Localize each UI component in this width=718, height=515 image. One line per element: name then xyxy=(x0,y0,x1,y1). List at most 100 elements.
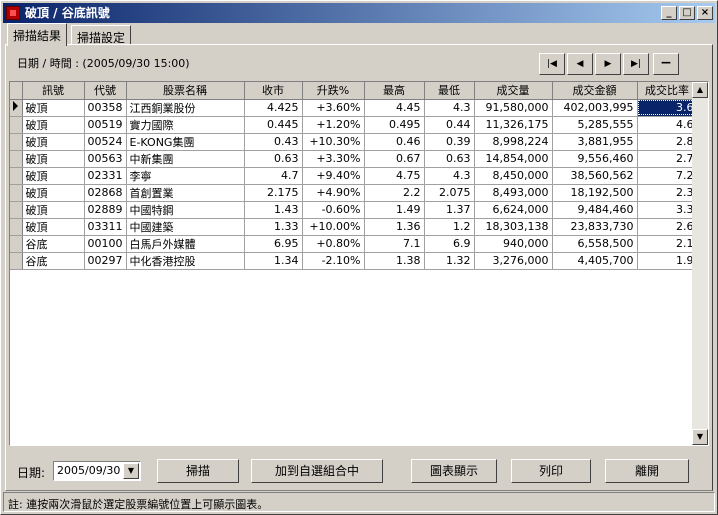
table-cell[interactable]: 0.43 xyxy=(244,133,303,151)
table-cell[interactable]: 402,003,995 xyxy=(552,99,638,117)
scroll-up-button[interactable]: ▲ xyxy=(692,82,708,98)
table-cell[interactable]: 1.33 xyxy=(244,218,303,236)
title-bar[interactable]: 破頂 / 谷底訊號 _ □ × xyxy=(3,3,715,23)
table-cell[interactable]: 1.34 xyxy=(244,252,303,270)
table-cell[interactable]: 38,560,562 xyxy=(552,167,638,185)
table-cell[interactable]: 4.45 xyxy=(364,99,425,117)
table-cell[interactable]: 0.39 xyxy=(424,133,475,151)
column-header[interactable]: 最低 xyxy=(424,82,475,100)
table-cell[interactable]: 破頂 xyxy=(22,116,85,134)
table-cell[interactable]: 2.8 xyxy=(637,133,698,151)
table-cell[interactable]: +3.60% xyxy=(302,99,365,117)
table-cell[interactable]: 23,833,730 xyxy=(552,218,638,236)
date-select[interactable]: 2005/09/30 ▼ xyxy=(53,461,141,481)
table-cell[interactable]: 2.2 xyxy=(364,184,425,202)
table-cell[interactable]: 4.3 xyxy=(424,167,475,185)
table-cell[interactable]: 1.43 xyxy=(244,201,303,219)
table-cell[interactable]: +3.30% xyxy=(302,150,365,168)
table-cell[interactable]: 8,998,224 xyxy=(474,133,553,151)
table-cell[interactable]: 4.425 xyxy=(244,99,303,117)
table-cell[interactable]: 破頂 xyxy=(22,218,85,236)
table-cell[interactable]: 破頂 xyxy=(22,184,85,202)
table-cell[interactable]: 8,450,000 xyxy=(474,167,553,185)
row-selector[interactable] xyxy=(10,184,23,202)
table-cell[interactable]: 11,326,175 xyxy=(474,116,553,134)
table-cell[interactable]: 0.445 xyxy=(244,116,303,134)
table-cell[interactable]: 江西銅業股份 xyxy=(126,99,245,117)
row-selector[interactable] xyxy=(10,252,23,270)
table-cell[interactable]: +10.30% xyxy=(302,133,365,151)
table-cell[interactable]: 1.36 xyxy=(364,218,425,236)
table-cell[interactable]: 9,484,460 xyxy=(552,201,638,219)
table-cell[interactable]: 中國建築 xyxy=(126,218,245,236)
table-cell[interactable]: 02331 xyxy=(84,167,127,185)
table-cell[interactable]: 谷底 xyxy=(22,252,85,270)
table-cell[interactable]: 3,276,000 xyxy=(474,252,553,270)
table-cell[interactable]: 中化香港控股 xyxy=(126,252,245,270)
table-cell[interactable]: 00100 xyxy=(84,235,127,253)
row-selector[interactable] xyxy=(10,167,23,185)
row-selector[interactable] xyxy=(10,201,23,219)
table-row[interactable]: 破頂 02868 首創置業 2.175 +4.90% 2.2 2.075 8,493,000 1… xyxy=(10,184,698,202)
table-cell[interactable]: 4.3 xyxy=(424,99,475,117)
table-cell[interactable]: 破頂 xyxy=(22,201,85,219)
scroll-down-button[interactable]: ▼ xyxy=(692,429,708,445)
minimize-icon[interactable]: _ xyxy=(661,6,677,20)
table-cell[interactable]: E-KONG集團 xyxy=(126,133,245,151)
table-cell[interactable]: 實力國際 xyxy=(126,116,245,134)
table-cell[interactable]: 破頂 xyxy=(22,99,85,117)
column-header[interactable]: 最高 xyxy=(364,82,425,100)
row-selector[interactable] xyxy=(10,150,23,168)
table-cell[interactable]: -2.10% xyxy=(302,252,365,270)
table-row[interactable]: 破頂 03311 中國建築 1.33 +10.00% 1.36 1.2 18,303,138 2… xyxy=(10,218,698,236)
table-row[interactable]: 破頂 00563 中新集團 0.63 +3.30% 0.67 0.63 14,854,000 9… xyxy=(10,150,698,168)
tab-scan-settings[interactable]: 掃描設定 xyxy=(71,25,132,45)
table-cell[interactable]: 0.44 xyxy=(424,116,475,134)
table-cell[interactable]: 4.75 xyxy=(364,167,425,185)
table-cell[interactable]: 李寧 xyxy=(126,167,245,185)
column-header[interactable]: 訊號 xyxy=(22,82,85,100)
column-header[interactable]: 股票名稱 xyxy=(126,82,245,100)
print-button[interactable]: 列印 xyxy=(511,459,591,483)
chart-display-button[interactable]: 圖表顯示 xyxy=(411,459,497,483)
table-cell[interactable]: 0.67 xyxy=(364,150,425,168)
table-cell[interactable]: 2.7 xyxy=(637,150,698,168)
close-icon[interactable]: × xyxy=(697,6,713,20)
table-cell[interactable]: 03311 xyxy=(84,218,127,236)
table-cell[interactable]: 940,000 xyxy=(474,235,553,253)
row-selector[interactable] xyxy=(10,116,23,134)
table-cell[interactable]: 4.6 xyxy=(637,116,698,134)
table-cell[interactable]: 8,493,000 xyxy=(474,184,553,202)
table-cell[interactable]: 4,405,700 xyxy=(552,252,638,270)
column-header[interactable]: 成交金額 xyxy=(552,82,638,100)
table-cell[interactable]: 4.7 xyxy=(244,167,303,185)
table-row[interactable]: 破頂 00358 江西銅業股份 4.425 +3.60% 4.45 4.3 91,580,00… xyxy=(10,99,698,117)
maximize-icon[interactable]: □ xyxy=(679,6,695,20)
table-cell[interactable]: 3.6 xyxy=(637,99,698,117)
tab-scan-results[interactable]: 掃描結果 xyxy=(7,23,68,46)
table-cell[interactable]: 中新集團 xyxy=(126,150,245,168)
table-cell[interactable]: 白馬戶外媒體 xyxy=(126,235,245,253)
table-cell[interactable]: 2.075 xyxy=(424,184,475,202)
table-cell[interactable]: 2.175 xyxy=(244,184,303,202)
table-cell[interactable]: 0.63 xyxy=(244,150,303,168)
row-selector[interactable] xyxy=(10,218,23,236)
row-selector[interactable] xyxy=(10,235,23,253)
next-button[interactable]: ▶ xyxy=(595,53,621,75)
table-row[interactable]: 破頂 00519 實力國際 0.445 +1.20% 0.495 0.44 11,326,17… xyxy=(10,116,698,134)
table-cell[interactable]: 首創置業 xyxy=(126,184,245,202)
table-cell[interactable]: 91,580,000 xyxy=(474,99,553,117)
row-selector[interactable] xyxy=(10,99,23,117)
table-cell[interactable]: 1.38 xyxy=(364,252,425,270)
table-cell[interactable]: +1.20% xyxy=(302,116,365,134)
table-cell[interactable]: 18,303,138 xyxy=(474,218,553,236)
table-row[interactable]: 破頂 02889 中國特鋼 1.43 -0.60% 1.49 1.37 6,624,000 9,… xyxy=(10,201,698,219)
table-cell[interactable]: +0.80% xyxy=(302,235,365,253)
table-cell[interactable]: 00297 xyxy=(84,252,127,270)
table-row[interactable]: 破頂 02331 李寧 4.7 +9.40% 4.75 4.3 8,450,000 38,560… xyxy=(10,167,698,185)
table-cell[interactable]: +10.00% xyxy=(302,218,365,236)
table-cell[interactable]: 0.63 xyxy=(424,150,475,168)
table-cell[interactable]: 02868 xyxy=(84,184,127,202)
table-cell[interactable]: 00524 xyxy=(84,133,127,151)
table-cell[interactable]: 7.2 xyxy=(637,167,698,185)
